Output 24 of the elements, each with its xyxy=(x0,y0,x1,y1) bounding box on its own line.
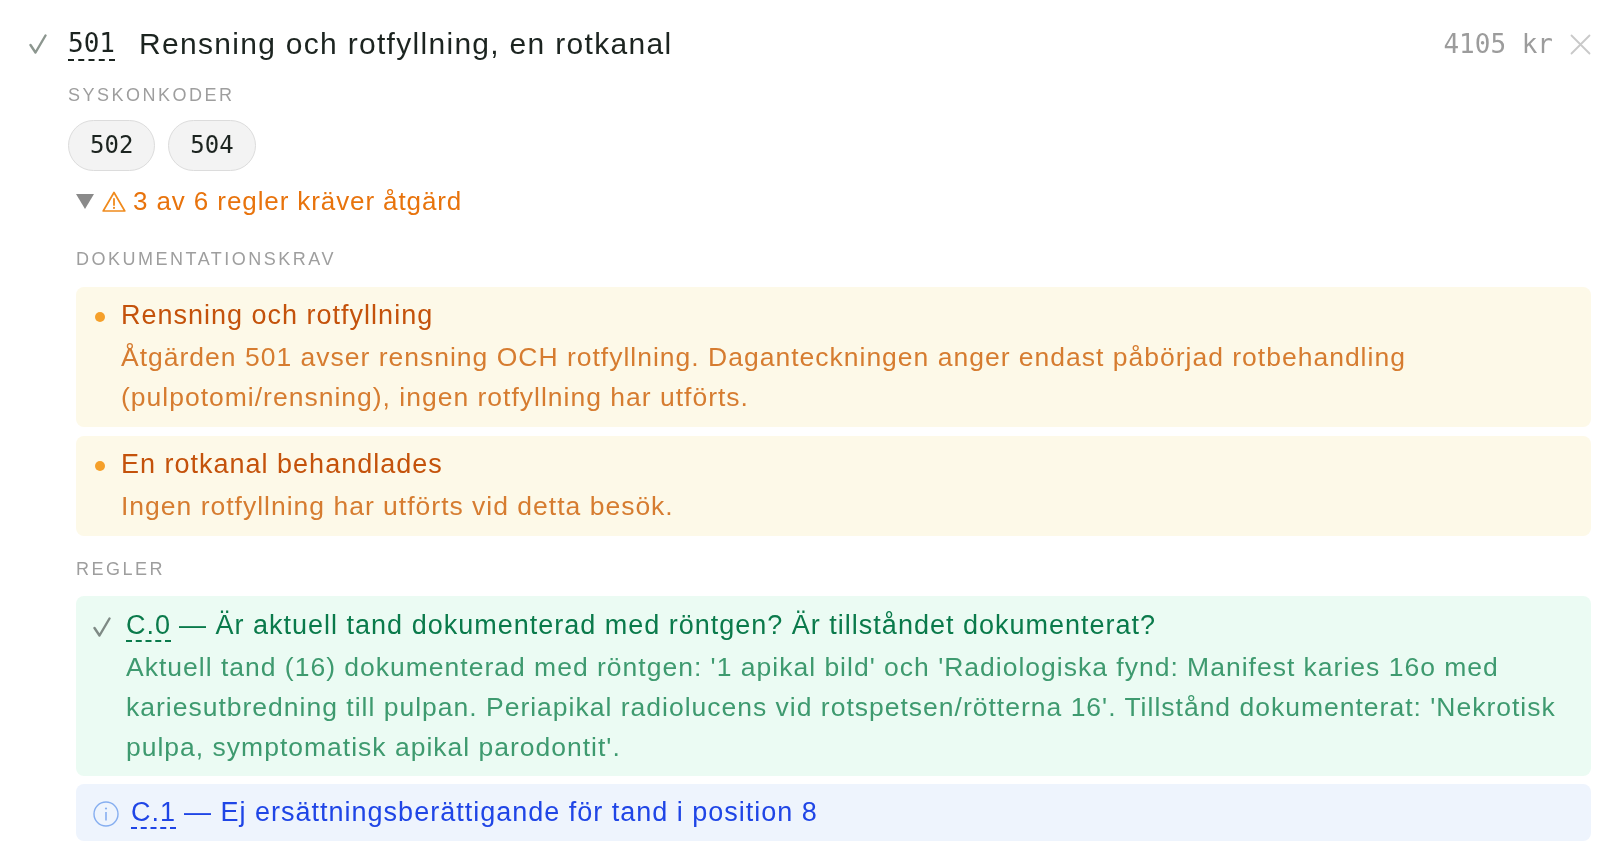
close-icon xyxy=(1570,33,1591,55)
procedure-title: Rensning och rotfyllning, en rotkanal xyxy=(138,26,673,62)
check-icon xyxy=(93,617,111,637)
procedure-code: 501 xyxy=(68,27,115,61)
rule-title: — Är aktuell tand dokumenterad med röntgen? Är tillståndet dokumenterat? xyxy=(179,609,1157,642)
rule-code: C.0 xyxy=(126,610,172,642)
rule-title: — Ej ersättningsberättigande för tand i position 8 xyxy=(184,796,818,829)
section-heading: SYSKONKODER xyxy=(68,84,236,106)
dot-icon xyxy=(95,312,105,322)
requirement-title: En rotkanal behandlades xyxy=(121,448,444,481)
close-button[interactable] xyxy=(1570,33,1591,55)
price: 4105 kr xyxy=(1443,28,1553,61)
rule-text: Aktuell tand (16) dokumenterad med röntgen: '1 apikal bild' och 'Radiologiska fynd: Manifest karies 16o med kariesutbredning till pulpan. Periapikal radiolucens vid rotspetsen/rötterna 16'. Tillstånd dokumenterat: 'Nekrotisk pulpa, symptomatisk apikal parodontit'. xyxy=(126,651,1557,764)
sibling-code-chip[interactable]: 504 xyxy=(168,120,256,171)
dot-icon xyxy=(95,461,105,471)
section-heading: REGLER xyxy=(76,558,167,580)
warning-icon xyxy=(102,190,126,212)
requirement-text: Åtgärden 501 avser rensning OCH rotfyllning. Daganteckningen anger endast påbörjad rotbehandling (pulpotomi/rensning), ingen rotfyllning har utförts. xyxy=(121,341,1407,414)
info-icon xyxy=(93,801,119,827)
requirement-title: Rensning och rotfyllning xyxy=(121,299,435,332)
requirement-text: Ingen rotfyllning har utförts vid detta besök. xyxy=(121,490,675,523)
section-heading: DOKUMENTATIONSKRAV xyxy=(76,248,337,270)
rule-code: C.1 xyxy=(131,797,177,829)
sibling-code-chip[interactable]: 502 xyxy=(68,120,156,171)
